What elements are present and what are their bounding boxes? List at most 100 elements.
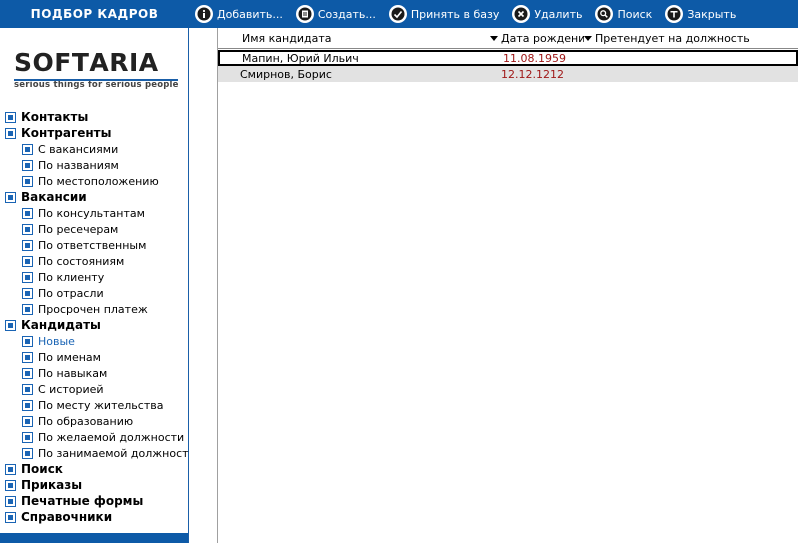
nav-label: С историей [38,382,104,396]
close-icon [665,5,684,23]
create-button[interactable]: Создать... [295,0,376,28]
tree-bullet-icon [5,319,16,331]
company-logo: SOFT A RIA serious things for serious peop… [14,48,184,98]
tree-bullet-icon [22,447,33,459]
nav-item-11[interactable]: По отрасли [0,285,189,301]
tree-bullet-icon [22,255,33,267]
toolbar: Добавить... Создать... Принять в базу Уд… [189,0,749,28]
tree-bullet-icon [22,335,33,347]
nav-label: Приказы [21,478,83,492]
nav-label: По отрасли [38,286,104,300]
nav-label: Контрагенты [21,126,112,140]
nav-label: По образованию [38,414,134,428]
column-header-birthdate[interactable]: Дата рождени [490,28,584,49]
nav-item-14[interactable]: Новые [0,333,189,349]
candidate-grid: Имя кандидата Дата рождени Претендует на… [190,28,798,543]
nav-label: Поиск [21,462,63,476]
top-bar: ПОДБОР КАДРОВ Добавить... Создать... При… [0,0,798,28]
sort-down-icon [584,35,592,41]
tree-bullet-icon [22,159,33,171]
nav-item-3[interactable]: По названиям [0,157,189,173]
tree-bullet-icon [22,287,33,299]
nav-section-13[interactable]: Кандидаты [0,317,189,333]
tree-bullet-icon [5,479,16,491]
search-icon [595,5,614,23]
table-row[interactable]: Смирнов, Борис 12.12.1212 [218,66,798,82]
delete-icon [512,5,531,23]
nav-label: По ответственным [38,238,147,252]
nav-label: Новые [38,334,75,348]
nav-section-1[interactable]: Контрагенты [0,125,189,141]
accept-button[interactable]: Принять в базу [388,0,500,28]
sidebar-footer [0,533,188,543]
nav-item-6[interactable]: По консультантам [0,205,189,221]
nav-item-10[interactable]: По клиенту [0,269,189,285]
cell-birthdate: 12.12.1212 [501,67,564,81]
accept-icon [388,5,407,23]
tree-bullet-icon [5,191,16,203]
tree-bullet-icon [5,495,16,507]
nav-label: По навыкам [38,366,108,380]
nav-item-12[interactable]: Просрочен платеж [0,301,189,317]
add-button-label: Добавить... [217,7,283,21]
delete-button[interactable]: Удалить [512,0,582,28]
nav-section-0[interactable]: Контакты [0,109,189,125]
nav-item-2[interactable]: С вакансиями [0,141,189,157]
logo-underline [14,79,178,81]
nav-item-21[interactable]: По занимаемой должности [0,445,189,461]
tree-bullet-icon [22,175,33,187]
nav-item-8[interactable]: По ответственным [0,237,189,253]
nav-item-7[interactable]: По ресечерам [0,221,189,237]
app-title: ПОДБОР КАДРОВ [30,7,159,21]
nav-label: По месту жительства [38,398,164,412]
tree-bullet-icon [22,239,33,251]
nav-item-9[interactable]: По состояниям [0,253,189,269]
nav-section-23[interactable]: Приказы [0,477,189,493]
close-button-label: Закрыть [687,7,737,21]
nav-label: По ресечерам [38,222,119,236]
nav-section-22[interactable]: Поиск [0,461,189,477]
nav-label: С вакансиями [38,142,119,156]
nav-item-16[interactable]: По навыкам [0,365,189,381]
column-header-position[interactable]: Претендует на должность [584,28,798,49]
table-row[interactable]: Мапин, Юрий Ильич 11.08.1959 [218,50,798,66]
tree-bullet-icon [22,223,33,235]
sort-down-icon [490,35,498,41]
nav-item-4[interactable]: По местоположению [0,173,189,189]
nav-tree: Контакты Контрагенты С вакансиями По назван… [0,109,189,525]
nav-label: Справочники [21,510,113,524]
nav-label: По желаемой должности [38,430,185,444]
nav-item-15[interactable]: По именам [0,349,189,365]
nav-label: Контакты [21,110,89,124]
nav-section-25[interactable]: Справочники [0,509,189,525]
search-button-label: Поиск [617,7,653,21]
tree-bullet-icon [5,111,16,123]
close-button[interactable]: Закрыть [665,0,736,28]
logo-tagline: serious things for serious people [14,80,179,90]
grid-rows: Мапин, Юрий Ильич 11.08.1959 Смирнов, Бо… [218,50,798,82]
delete-button-label: Удалить [534,7,583,21]
tree-bullet-icon [22,383,33,395]
row-selector-gutter [190,28,218,543]
search-button[interactable]: Поиск [595,0,652,28]
tree-bullet-icon [22,367,33,379]
nav-item-20[interactable]: По желаемой должности [0,429,189,445]
accept-button-label: Принять в базу [410,7,500,21]
nav-label: Вакансии [21,190,87,204]
cell-birthdate: 11.08.1959 [503,51,566,65]
add-button[interactable]: Добавить... [195,0,283,28]
nav-item-19[interactable]: По образованию [0,413,189,429]
sidebar: SOFT A RIA serious things for serious peop… [0,28,189,543]
tree-bullet-icon [22,271,33,283]
tree-bullet-icon [5,127,16,139]
cell-candidate-name: Смирнов, Борис [240,67,332,81]
nav-section-24[interactable]: Печатные формы [0,493,189,509]
cell-candidate-name: Мапин, Юрий Ильич [242,51,359,65]
nav-label: По местоположению [38,174,159,188]
nav-label: По названиям [38,158,119,172]
nav-label: По именам [38,350,101,364]
nav-section-5[interactable]: Вакансии [0,189,189,205]
column-header-name[interactable]: Имя кандидата [218,28,490,49]
nav-item-17[interactable]: С историей [0,381,189,397]
nav-item-18[interactable]: По месту жительства [0,397,189,413]
